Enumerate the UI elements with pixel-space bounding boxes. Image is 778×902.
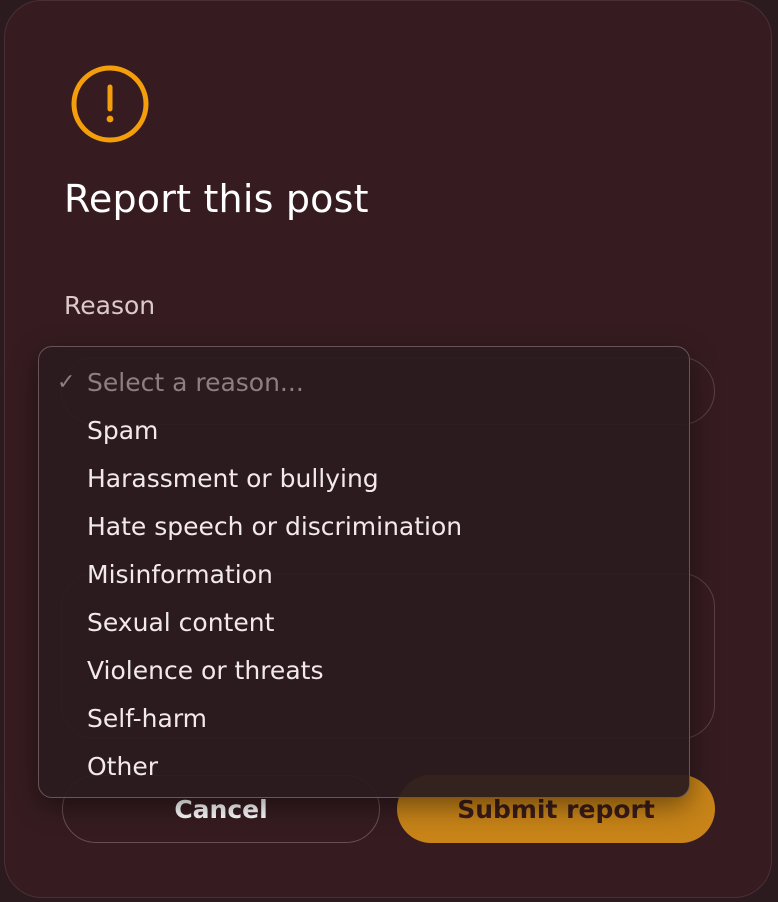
warning-circle-icon — [71, 65, 149, 143]
dropdown-option-harassment[interactable]: Harassment or bullying — [39, 455, 689, 503]
dropdown-option-placeholder[interactable]: ✓ Select a reason... — [39, 359, 689, 407]
dropdown-option-other[interactable]: Other — [39, 743, 689, 791]
option-label: Spam — [87, 416, 159, 445]
reason-label: Reason — [64, 291, 156, 320]
option-label: Sexual content — [87, 608, 275, 637]
option-label: Select a reason... — [87, 368, 304, 397]
option-label: Hate speech or discrimination — [87, 512, 463, 541]
reason-dropdown-menu: ✓ Select a reason... Spam Harassment or … — [38, 346, 690, 798]
option-label: Violence or threats — [87, 656, 324, 685]
dropdown-option-sexual-content[interactable]: Sexual content — [39, 599, 689, 647]
dropdown-option-spam[interactable]: Spam — [39, 407, 689, 455]
dialog-title: Report this post — [64, 177, 369, 221]
option-label: Misinformation — [87, 560, 273, 589]
dropdown-option-violence[interactable]: Violence or threats — [39, 647, 689, 695]
option-label: Self-harm — [87, 704, 208, 733]
dropdown-option-misinformation[interactable]: Misinformation — [39, 551, 689, 599]
dropdown-option-self-harm[interactable]: Self-harm — [39, 695, 689, 743]
option-label: Other — [87, 752, 158, 781]
option-label: Harassment or bullying — [87, 464, 379, 493]
checkmark-icon: ✓ — [57, 370, 76, 395]
dropdown-option-hate-speech[interactable]: Hate speech or discrimination — [39, 503, 689, 551]
